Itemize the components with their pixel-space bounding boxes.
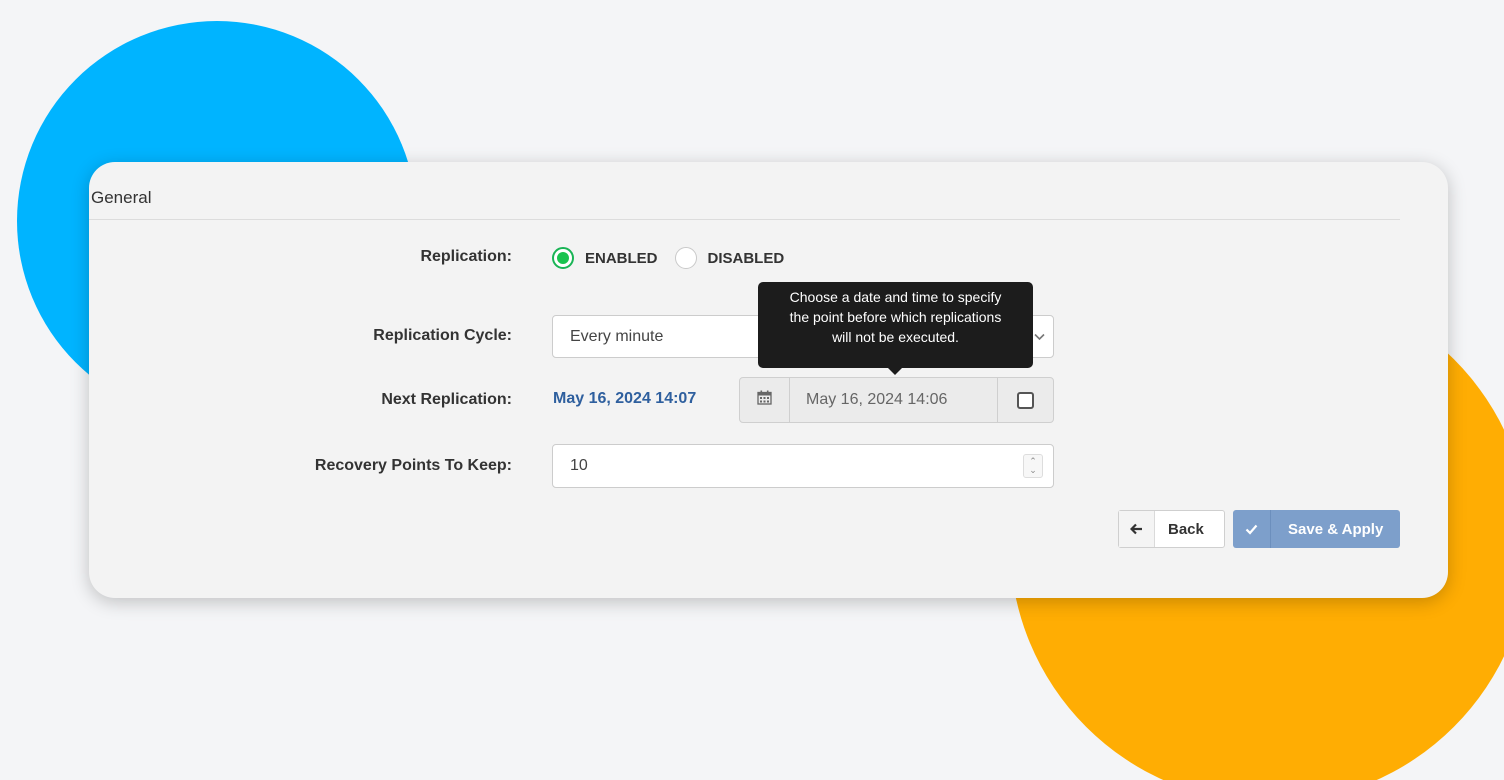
tooltip-line-2: the point before which replications [789, 309, 1002, 325]
recovery-points-value: 10 [570, 457, 588, 474]
tooltip-line-1: Choose a date and time to specify [789, 289, 1002, 305]
section-divider [89, 219, 1400, 220]
number-spinner[interactable]: ⌃ ⌄ [1023, 454, 1043, 478]
back-button[interactable]: Back [1118, 510, 1225, 548]
datetime-input[interactable]: May 16, 2024 14:06 [790, 378, 998, 422]
save-apply-label: Save & Apply [1288, 520, 1384, 538]
datetime-tooltip: Choose a date and time to specify the po… [758, 282, 1033, 375]
check-icon [1233, 510, 1271, 548]
replication-cycle-label: Replication Cycle: [373, 327, 512, 344]
chevron-down-icon[interactable] [1034, 330, 1045, 344]
next-replication-datetime-picker: May 16, 2024 14:06 [739, 377, 1054, 423]
arrow-left-icon [1119, 511, 1155, 547]
save-apply-button[interactable]: Save & Apply [1233, 510, 1400, 548]
recovery-points-label: Recovery Points To Keep: [314, 457, 512, 474]
radio-selected-dot [557, 252, 569, 264]
calendar-button[interactable] [740, 378, 790, 422]
general-settings-panel: General Replication: ENABLED DISABLED Re… [89, 162, 1448, 598]
next-replication-label: Next Replication: [381, 391, 512, 408]
replication-cycle-value: Every minute [570, 328, 664, 345]
radio-enabled[interactable] [552, 247, 574, 269]
back-button-label: Back [1168, 520, 1204, 538]
calendar-icon [757, 390, 772, 410]
radio-disabled-label[interactable]: DISABLED [708, 250, 785, 267]
next-replication-value: May 16, 2024 14:07 [553, 390, 697, 407]
replication-radio-group: ENABLED DISABLED [552, 246, 801, 270]
replication-label: Replication: [420, 248, 512, 265]
spin-down-icon[interactable]: ⌄ [1029, 466, 1037, 475]
datetime-enable-checkbox[interactable] [1017, 391, 1034, 409]
recovery-points-input[interactable]: 10 ⌃ ⌄ [552, 444, 1054, 488]
radio-disabled[interactable] [674, 247, 697, 269]
radio-enabled-label[interactable]: ENABLED [585, 250, 658, 267]
tooltip-line-3: will not be executed. [832, 329, 959, 345]
section-title: General [91, 188, 152, 207]
datetime-checkbox-cell [998, 378, 1053, 422]
